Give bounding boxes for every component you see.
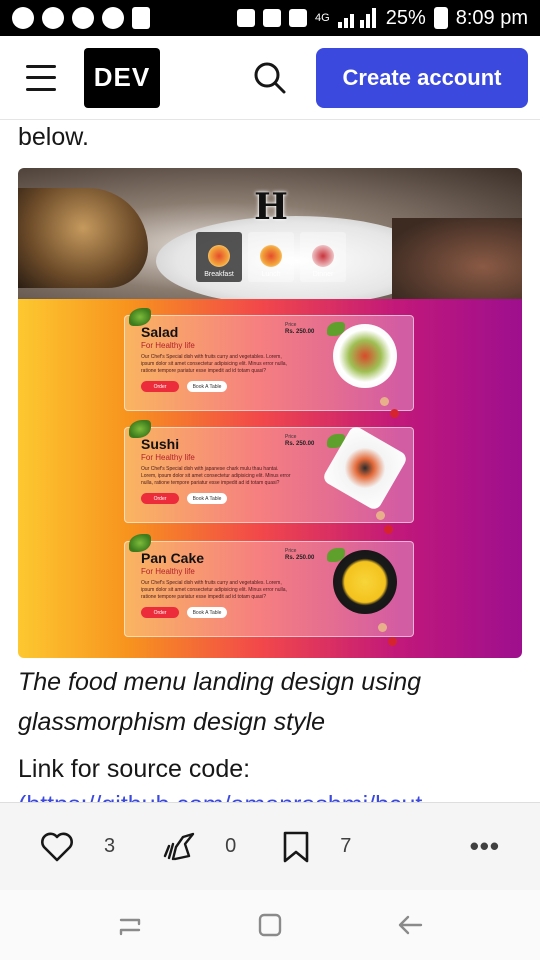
berry-decoration <box>378 623 387 632</box>
data-saver-icon <box>289 9 308 27</box>
battery-icon <box>433 7 448 29</box>
tab-breakfast: Breakfast <box>196 232 242 282</box>
alarm-icon <box>263 9 282 27</box>
berry-decoration <box>376 511 385 520</box>
berry-decoration <box>388 637 397 646</box>
bookmark-button[interactable]: 7 <box>282 831 351 863</box>
unicorn-button[interactable]: 0 <box>161 832 236 862</box>
menu-card-pancake: Pan Cake For Healthy life Our Chef's Spe… <box>124 534 414 637</box>
system-icons: 4G 25% 8:09 pm <box>237 7 528 30</box>
price: Rs. 250.00 <box>285 441 315 447</box>
bookmark-count: 7 <box>340 835 352 857</box>
berry-decoration <box>384 525 393 534</box>
hand <box>392 218 522 299</box>
like-button[interactable]: 3 <box>40 832 115 862</box>
menu-card-salad: Salad For Healthy life Our Chef's Specia… <box>124 308 414 411</box>
menu-card-sushi: Sushi For Healthy life Our Chef's Specia… <box>124 420 414 523</box>
hamburger-icon[interactable] <box>26 64 56 91</box>
network-type: 4G <box>315 12 330 24</box>
link-label: Link for source code: <box>18 755 251 783</box>
dish-description: Our Chef's Special dish with japanese ch… <box>141 466 291 486</box>
order-button: Order <box>141 381 179 392</box>
system-nav-bar <box>0 890 540 960</box>
price: Rs. 250.00 <box>285 329 315 335</box>
create-account-button[interactable]: Create account <box>316 47 528 108</box>
heart-icon <box>41 832 73 861</box>
berry-decoration <box>390 409 399 418</box>
recent-apps-icon[interactable] <box>115 910 145 940</box>
price-label: Price <box>285 322 297 328</box>
bookmark-icon <box>283 831 309 862</box>
dev-logo[interactable]: DEV <box>84 47 160 108</box>
order-button: Order <box>141 607 179 618</box>
battery-percent: 25% <box>385 6 426 29</box>
pancake-image <box>333 550 397 614</box>
price-label: Price <box>285 548 297 554</box>
menu-section: Salad For Healthy life Our Chef's Specia… <box>18 299 522 658</box>
site-header: DEV Create account <box>0 36 540 120</box>
source-code-link[interactable]: (https://github.com/amanrashmi/bcut <box>18 790 522 802</box>
more-options-icon[interactable]: ••• <box>470 831 500 862</box>
price-label: Price <box>285 434 297 440</box>
whatsapp-icon <box>102 7 124 29</box>
chat-icon <box>42 7 64 29</box>
clock: 8:09 pm <box>455 6 528 29</box>
image-caption: The food menu landing design using glass… <box>18 668 422 736</box>
mute-icon <box>237 9 256 27</box>
berry-decoration <box>380 397 389 406</box>
bread-basket <box>18 188 148 288</box>
tab-dinner: Dinner <box>300 232 346 282</box>
unicorn-icon <box>163 832 195 860</box>
dish-description: Our Chef's Special dish with fruits curr… <box>141 580 287 600</box>
brand-logo: H <box>254 186 289 228</box>
search-icon[interactable] <box>250 58 290 98</box>
book-table-button: Book A Table <box>187 493 227 504</box>
status-bar: 4G 25% 8:09 pm <box>0 0 540 36</box>
back-icon[interactable] <box>395 910 425 940</box>
sim-icon <box>132 7 150 29</box>
messenger-icon <box>12 7 34 29</box>
price: Rs. 250.00 <box>285 555 315 561</box>
unicorn-count: 0 <box>225 835 237 857</box>
salad-image <box>333 324 397 388</box>
order-button: Order <box>141 493 179 504</box>
reaction-bar: 3 0 7 ••• <box>0 802 540 890</box>
notification-icons <box>12 7 150 29</box>
book-table-button: Book A Table <box>187 607 227 618</box>
meal-tabs: Breakfast Lunch Dinner <box>196 232 346 282</box>
article-body: below. H Breakfast Lunch Dinner Salad Fo… <box>0 120 540 802</box>
book-table-button: Book A Table <box>187 381 227 392</box>
dish-description: Our Chef's Special dish with fruits curr… <box>141 354 287 374</box>
paragraph-text: below. <box>18 123 89 151</box>
like-count: 3 <box>104 835 116 857</box>
home-icon[interactable] <box>255 910 285 940</box>
restaurant-banner: H Breakfast Lunch Dinner <box>18 168 522 306</box>
article-image[interactable]: H Breakfast Lunch Dinner Salad For Healt… <box>18 168 522 658</box>
tab-lunch: Lunch <box>248 232 294 282</box>
chat-icon-2 <box>72 7 94 29</box>
signal-icon <box>337 8 376 28</box>
